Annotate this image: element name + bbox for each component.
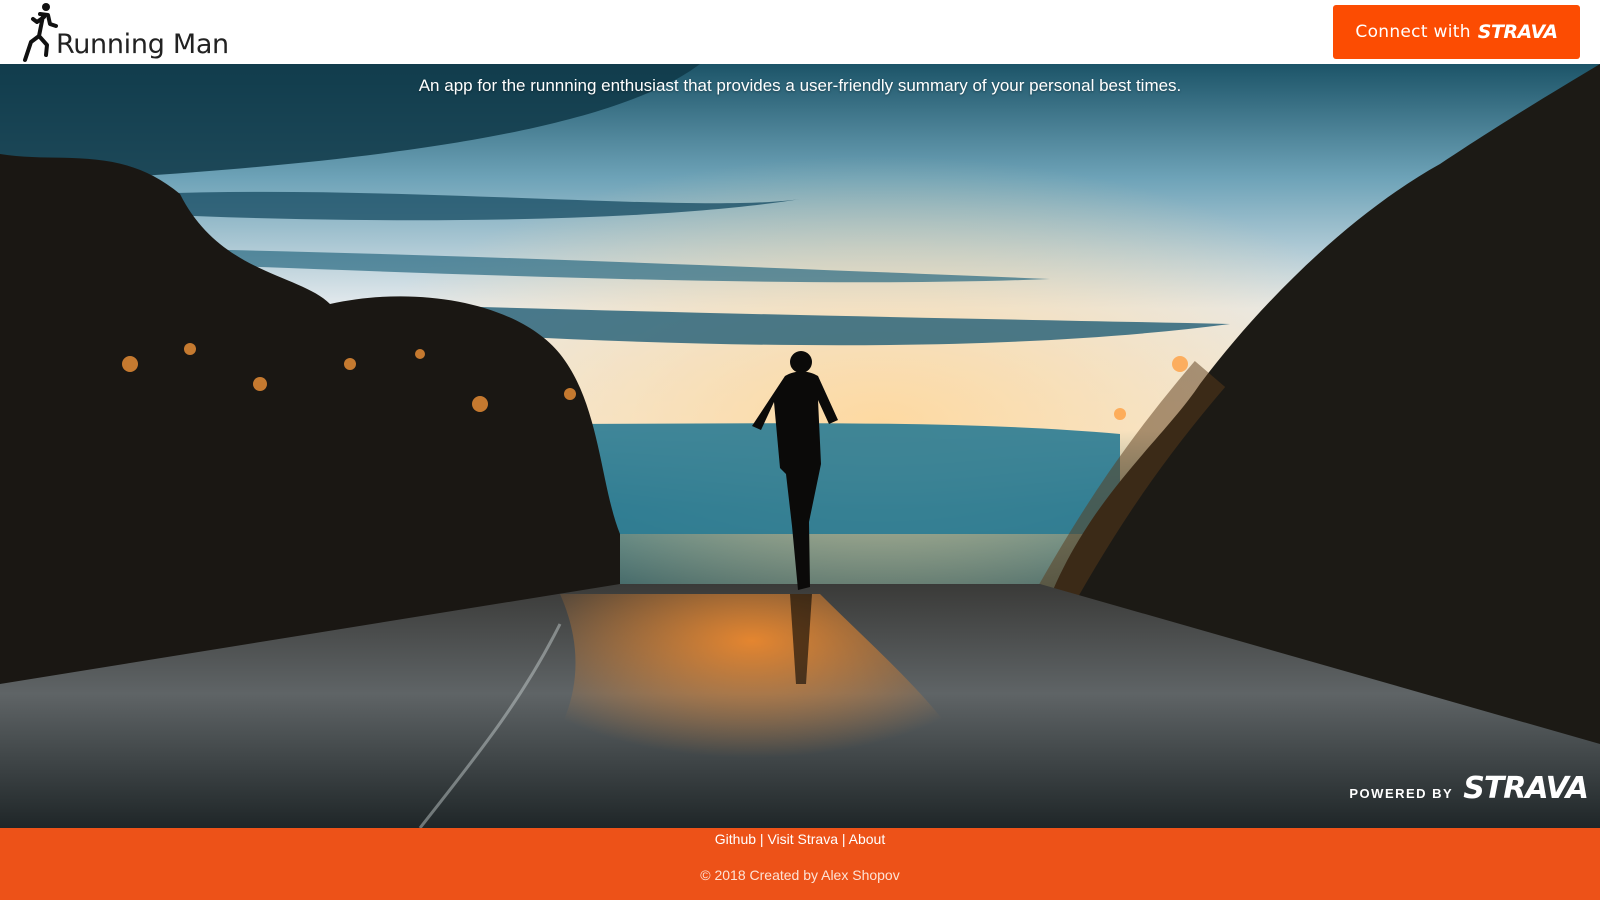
link-separator: | (759, 831, 764, 847)
hero-background-image (0, 64, 1600, 828)
connect-with-strava-button[interactable]: Connect with STRAVA (1333, 5, 1580, 59)
powered-by-label: POWERED BY (1349, 786, 1454, 801)
footer-links: Github | Visit Strava | About (0, 831, 1600, 847)
footer: Github | Visit Strava | About © 2018 Cre… (0, 828, 1600, 900)
about-link[interactable]: About (849, 831, 886, 847)
app-logo[interactable]: Running Man (20, 0, 229, 64)
hero-section: An app for the runnning enthusiast that … (0, 64, 1600, 828)
github-link[interactable]: Github (715, 831, 756, 847)
connect-button-label: Connect with (1355, 22, 1471, 42)
powered-by-strava: POWERED BY STRAVA (1349, 771, 1589, 806)
strava-logo: STRAVA (1477, 21, 1558, 43)
link-separator: | (841, 831, 846, 847)
app-tagline: An app for the runnning enthusiast that … (418, 76, 1182, 95)
visit-strava-link[interactable]: Visit Strava (767, 831, 838, 847)
app-title: Running Man (56, 29, 229, 60)
copyright-text: © 2018 Created by Alex Shopov (700, 867, 900, 883)
header: Running Man Connect with STRAVA (0, 0, 1600, 64)
strava-logo: STRAVA (1463, 771, 1589, 806)
runner-icon (23, 3, 58, 62)
